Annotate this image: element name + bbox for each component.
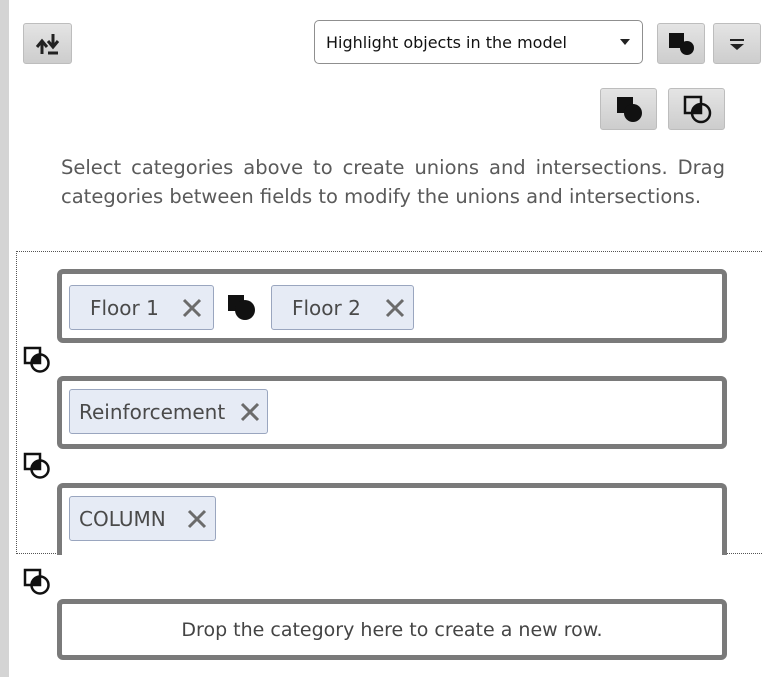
sort-button[interactable]: [23, 23, 72, 64]
intersection-icon[interactable]: [23, 568, 53, 598]
highlight-mode-value: Highlight objects in the model: [326, 32, 567, 52]
union-mode-button[interactable]: [657, 23, 705, 64]
drop-zone-label: Drop the category here to create a new r…: [181, 618, 603, 641]
chevron-down-icon: [620, 39, 630, 45]
category-chip[interactable]: Reinforcement: [69, 389, 268, 434]
chip-label: Floor 1: [90, 295, 159, 320]
chip-label: COLUMN: [79, 506, 166, 531]
intersection-button[interactable]: [668, 88, 725, 130]
panel-left-edge: [0, 0, 9, 677]
square-circle-icon: [669, 32, 694, 55]
union-icon: [616, 97, 642, 122]
union-button[interactable]: [600, 88, 657, 130]
instructions-text: Select categories above to create unions…: [61, 156, 725, 208]
close-icon[interactable]: [384, 297, 406, 319]
chip-label: Reinforcement: [79, 399, 226, 424]
union-icon[interactable]: [226, 292, 260, 324]
sort-up-down-icon: [35, 33, 59, 54]
category-chip[interactable]: Floor 1: [69, 285, 214, 330]
close-icon[interactable]: [186, 508, 208, 530]
highlight-mode-select[interactable]: Highlight objects in the model: [314, 20, 643, 64]
new-row-drop-zone[interactable]: Drop the category here to create a new r…: [57, 599, 727, 660]
menu-lines-icon: [730, 38, 744, 50]
close-icon[interactable]: [239, 401, 261, 423]
close-icon[interactable]: [181, 297, 203, 319]
intersection-icon: [683, 95, 711, 124]
category-chip[interactable]: COLUMN: [69, 496, 216, 541]
chip-label: Floor 2: [292, 295, 361, 320]
menu-button[interactable]: [713, 23, 761, 64]
intersection-icon[interactable]: [23, 346, 53, 376]
intersection-icon[interactable]: [23, 452, 53, 482]
category-chip[interactable]: Floor 2: [271, 285, 414, 330]
